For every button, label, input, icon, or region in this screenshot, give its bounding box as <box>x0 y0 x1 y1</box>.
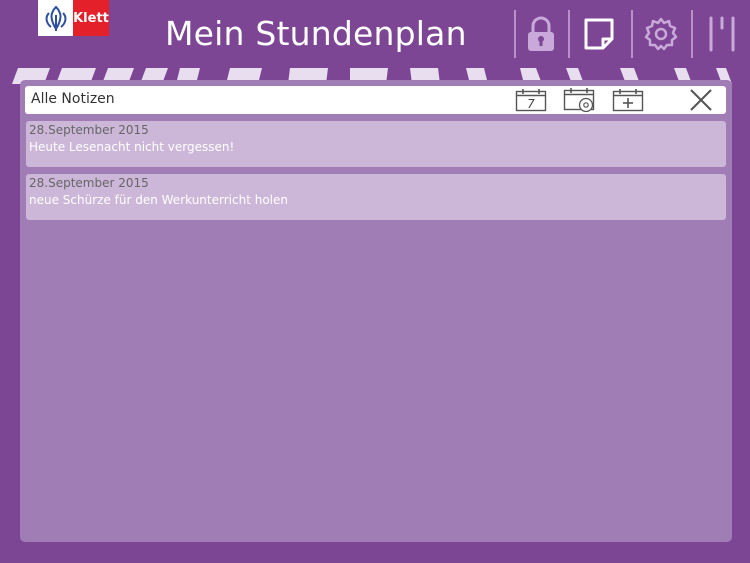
notes-button[interactable] <box>577 12 621 56</box>
close-icon <box>690 89 712 111</box>
notes-toolbar: Alle Notizen 7 <box>25 86 726 114</box>
note-text: neue Schürze für den Werkunterricht hole… <box>29 193 288 207</box>
note-item[interactable]: 28.September 2015 Heute Lesenacht nicht … <box>26 121 726 167</box>
header-divider <box>691 10 693 58</box>
gear-icon <box>644 17 678 51</box>
calendar-settings-icon <box>563 88 595 113</box>
klett-logo: Klett <box>38 0 109 36</box>
note-item[interactable]: 28.September 2015 neue Schürze für den W… <box>26 174 726 220</box>
settings-button[interactable] <box>639 12 683 56</box>
calendar-add-button[interactable] <box>612 88 644 112</box>
calendar-settings-button[interactable] <box>563 88 597 113</box>
calendar-day-icon: 7 <box>515 89 547 112</box>
notes-icon <box>584 18 614 50</box>
header-divider <box>631 10 633 58</box>
lock-icon <box>528 16 554 51</box>
close-button[interactable] <box>689 88 713 112</box>
note-text: Heute Lesenacht nicht vergessen! <box>29 140 235 154</box>
timetable-button[interactable] <box>700 12 744 56</box>
timetable-icon <box>709 16 735 52</box>
note-date: 28.September 2015 <box>29 176 149 190</box>
note-date: 28.September 2015 <box>29 123 149 137</box>
calendar-day-button[interactable]: 7 <box>515 88 547 112</box>
klett-logo-mark-icon <box>38 0 73 36</box>
notes-panel: Alle Notizen 7 28.September 2015 Heute L… <box>20 80 732 542</box>
calendar-add-icon <box>612 89 644 112</box>
notes-panel-title: Alle Notizen <box>31 91 115 107</box>
page-title: Mein Stundenplan <box>165 14 467 53</box>
header-divider <box>514 10 516 58</box>
app-header: Klett Mein Stundenplan <box>0 0 750 68</box>
klett-logo-text: Klett <box>73 0 109 36</box>
calendar-day-number: 7 <box>527 97 535 111</box>
lock-button[interactable] <box>519 12 563 56</box>
header-divider <box>568 10 570 58</box>
